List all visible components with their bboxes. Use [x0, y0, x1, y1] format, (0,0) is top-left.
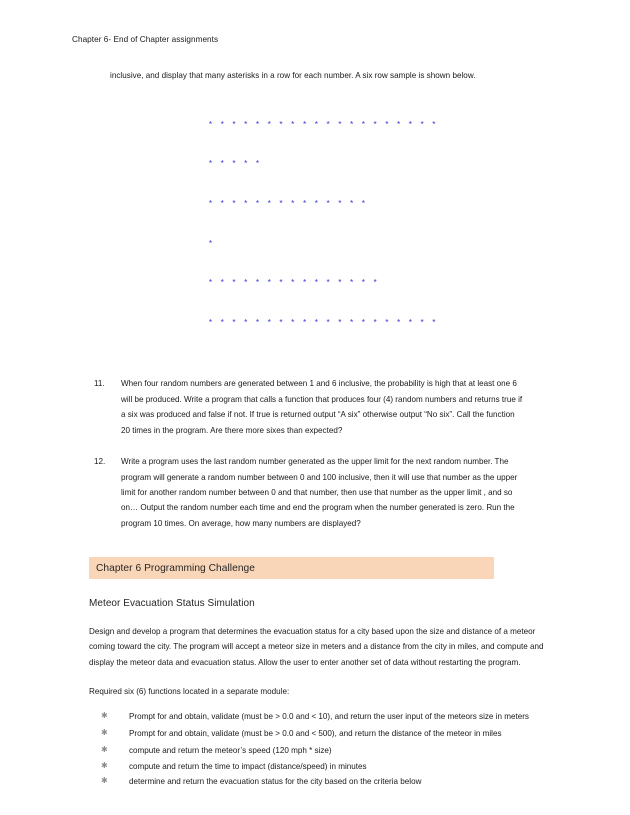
list-text: When four random numbers are generated b…	[121, 379, 523, 435]
asterisk-row: * * * * * * * * * * * * * * * * * * * *	[208, 318, 438, 328]
asterisk-bullet-icon: ✱	[101, 760, 108, 770]
asterisk-bullet-icon: ✱	[101, 745, 108, 755]
list-item-text: compute and return the time to impact (d…	[129, 761, 367, 771]
requirements-bullet-list: ✱ Prompt for and obtain, validate (must …	[89, 709, 553, 789]
document-content: inclusive, and display that many asteris…	[72, 68, 558, 789]
running-header: Chapter 6- End of Chapter assignments	[72, 35, 219, 44]
asterisk-row: * * * * *	[208, 160, 261, 170]
list-item: ✱ determine and return the evacuation st…	[89, 774, 553, 789]
required-functions-line: Required six (6) functions located in a …	[89, 686, 290, 696]
list-item-text: compute and return the meteor’s speed (1…	[129, 746, 332, 756]
list-item-text: Prompt for and obtain, validate (must be…	[129, 729, 502, 739]
list-item: ✱ compute and return the meteor’s speed …	[89, 743, 553, 758]
asterisk-row: * * * * * * * * * * * * * *	[208, 200, 367, 210]
asterisk-row: *	[208, 239, 214, 249]
continued-paragraph: inclusive, and display that many asteris…	[110, 71, 476, 80]
asterisk-bullet-icon: ✱	[101, 728, 108, 738]
asterisk-bullet-icon: ✱	[101, 775, 108, 785]
list-text: Write a program uses the last random num…	[121, 457, 518, 528]
list-item: ✱ Prompt for and obtain, validate (must …	[89, 726, 553, 741]
numbered-item-12: 12. Write a program uses the last random…	[94, 454, 524, 531]
list-item: ✱ compute and return the time to impact …	[89, 759, 553, 774]
list-item-text: determine and return the evacuation stat…	[129, 776, 422, 786]
list-number: 12.	[94, 457, 106, 467]
numbered-item-11: 11. When four random numbers are generat…	[94, 376, 524, 438]
asterisk-row: * * * * * * * * * * * * * * * * * * * *	[208, 120, 438, 130]
list-number: 11.	[94, 379, 105, 389]
section-body-paragraph: Design and develop a program that determ…	[89, 627, 544, 667]
document-page: Chapter 6- End of Chapter assignments in…	[0, 0, 630, 815]
section-heading-text: Chapter 6 Programming Challenge	[96, 562, 255, 574]
section-heading-highlight: Chapter 6 Programming Challenge	[89, 557, 494, 580]
asterisk-bullet-icon: ✱	[101, 710, 108, 720]
asterisk-row: * * * * * * * * * * * * * * *	[208, 279, 379, 289]
list-item: ✱ Prompt for and obtain, validate (must …	[89, 709, 553, 724]
section-subtitle: Meteor Evacuation Status Simulation	[89, 598, 255, 610]
asterisk-art-block: * * * * * * * * * * * * * * * * * * * * …	[208, 92, 558, 356]
list-item-text: Prompt for and obtain, validate (must be…	[129, 711, 529, 721]
